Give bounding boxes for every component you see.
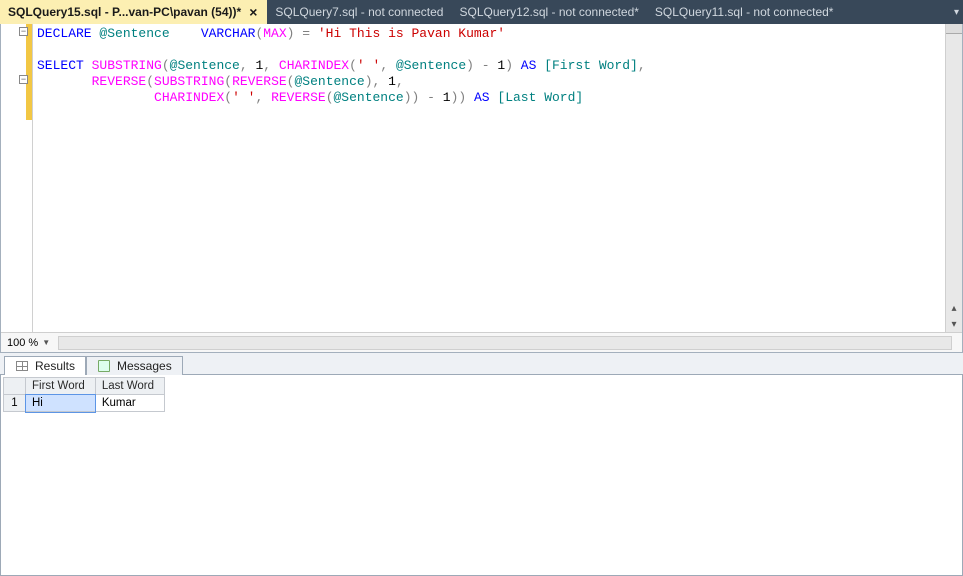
string-literal: 'Hi This is Pavan Kumar' [318, 26, 505, 41]
keyword: VARCHAR [201, 26, 256, 41]
variable: @Sentence [334, 90, 404, 105]
alias: [First Word] [536, 58, 637, 73]
string-literal: ' ' [232, 90, 255, 105]
variable: @Sentence [170, 58, 240, 73]
function: SUBSTRING [84, 58, 162, 73]
function: REVERSE [232, 74, 287, 89]
tab-label: SQLQuery15.sql - P...van-PC\pavan (54))* [8, 5, 241, 19]
results-grid[interactable]: First Word Last Word 1 Hi Kumar [3, 377, 165, 412]
splitter-handle[interactable] [946, 24, 962, 34]
keyword: DECLARE [37, 26, 92, 41]
zoom-level[interactable]: 100 % [7, 337, 38, 349]
table-row[interactable]: 1 Hi Kumar [4, 395, 165, 412]
tab-label: Results [35, 359, 75, 373]
keyword: AS [466, 90, 489, 105]
grid-icon [15, 359, 29, 373]
zoom-dropdown-icon[interactable]: ▼ [42, 338, 50, 347]
cell-first-word[interactable]: Hi [26, 395, 96, 412]
horizontal-scrollbar[interactable] [58, 336, 952, 350]
function: CHARINDEX [154, 90, 224, 105]
tab-results[interactable]: Results [4, 356, 86, 375]
fold-toggle[interactable]: − [19, 27, 28, 36]
function: SUBSTRING [154, 74, 224, 89]
row-number[interactable]: 1 [4, 395, 26, 412]
tab-label: SQLQuery7.sql - not connected [275, 5, 443, 19]
function: CHARINDEX [279, 58, 349, 73]
results-panel: First Word Last Word 1 Hi Kumar [0, 375, 963, 576]
tab-sqlquery12[interactable]: SQLQuery12.sql - not connected* [451, 0, 646, 24]
keyword: MAX [263, 26, 286, 41]
function: REVERSE [271, 90, 326, 105]
variable: @Sentence [396, 58, 466, 73]
alias: [Last Word] [490, 90, 584, 105]
tab-label: SQLQuery11.sql - not connected* [655, 5, 834, 19]
gutter: − − [1, 24, 33, 332]
messages-icon [97, 359, 111, 373]
tab-messages[interactable]: Messages [86, 356, 183, 375]
column-header-last-word[interactable]: Last Word [95, 378, 164, 395]
tab-label: Messages [117, 359, 172, 373]
zoom-bar: 100 % ▼ [1, 332, 962, 352]
tab-label: SQLQuery12.sql - not connected* [459, 5, 638, 19]
change-marker [26, 24, 32, 120]
cell-last-word[interactable]: Kumar [95, 395, 164, 412]
string-literal: ' ' [357, 58, 380, 73]
tab-sqlquery7[interactable]: SQLQuery7.sql - not connected [267, 0, 451, 24]
function: REVERSE [92, 74, 147, 89]
fold-toggle[interactable]: − [19, 75, 28, 84]
keyword: AS [513, 58, 536, 73]
column-header-first-word[interactable]: First Word [26, 378, 96, 395]
variable: @Sentence [294, 74, 364, 89]
grid-corner[interactable] [4, 378, 26, 395]
code-editor[interactable]: − − DECLARE @Sentence VARCHAR(MAX) = 'Hi… [1, 24, 962, 332]
editor-pane: − − DECLARE @Sentence VARCHAR(MAX) = 'Hi… [0, 24, 963, 353]
tab-overflow-button[interactable]: ▾ [954, 0, 963, 24]
tab-sqlquery11[interactable]: SQLQuery11.sql - not connected* [647, 0, 842, 24]
tab-sqlquery15[interactable]: SQLQuery15.sql - P...van-PC\pavan (54))*… [0, 0, 267, 24]
scroll-down-icon[interactable]: ▾ [946, 316, 962, 332]
vertical-scrollbar[interactable]: ▴ ▾ [945, 24, 962, 332]
close-icon[interactable]: × [247, 5, 259, 19]
code-content[interactable]: DECLARE @Sentence VARCHAR(MAX) = 'Hi Thi… [33, 24, 945, 332]
scroll-up-icon[interactable]: ▴ [946, 300, 962, 316]
keyword: SELECT [37, 58, 84, 73]
variable: @Sentence [92, 26, 201, 41]
results-tabbar: Results Messages [0, 353, 963, 375]
document-tabbar: SQLQuery15.sql - P...van-PC\pavan (54))*… [0, 0, 963, 24]
operator: = [294, 26, 317, 41]
